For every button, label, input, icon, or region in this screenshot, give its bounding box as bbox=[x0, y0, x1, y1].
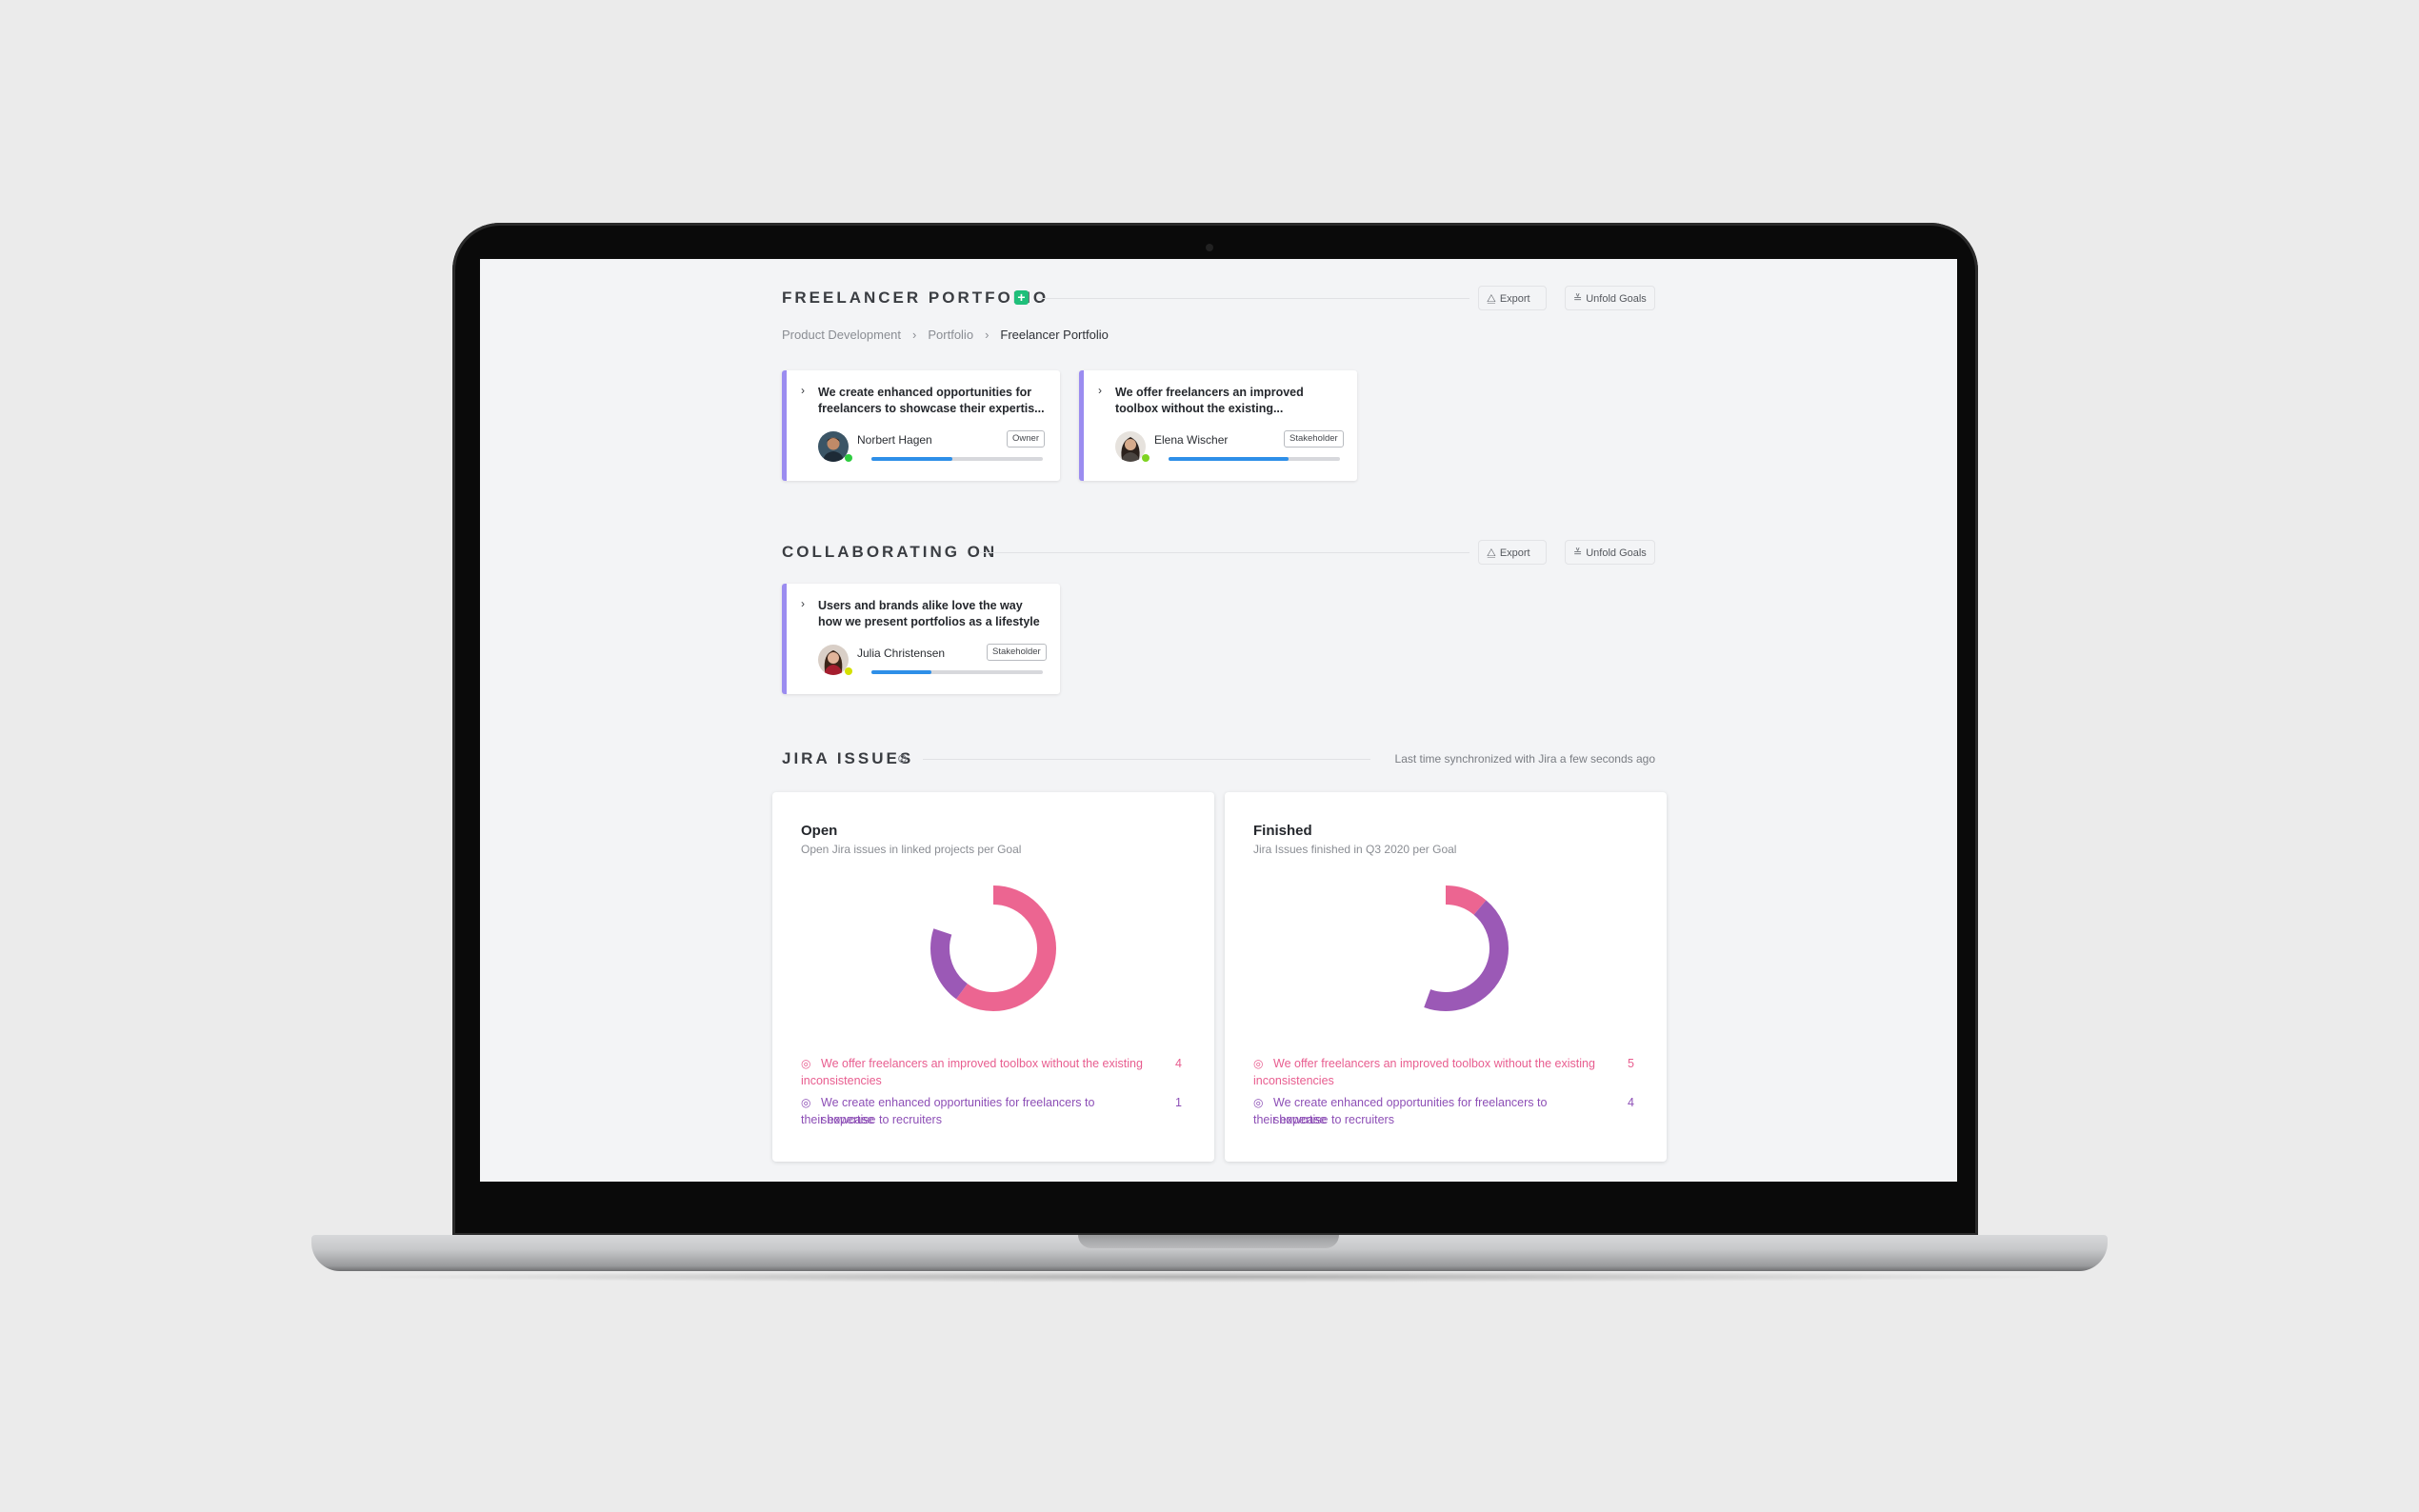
goal-title: We create enhanced opportunities for fre… bbox=[818, 386, 1045, 415]
role-badge: Stakeholder bbox=[1284, 430, 1344, 448]
jira-title: JIRA ISSUES bbox=[782, 749, 914, 767]
role-badge: Stakeholder bbox=[987, 644, 1047, 661]
breadcrumb: Product Development › Portfolio › Freelancer… bbox=[782, 328, 1109, 342]
status-dot bbox=[845, 667, 852, 675]
target-icon: ◎ bbox=[1253, 1057, 1264, 1070]
progress-bar bbox=[871, 670, 1043, 674]
breadcrumb-current: Freelancer Portfolio bbox=[1000, 328, 1109, 342]
chevron-right-icon[interactable]: › bbox=[1098, 384, 1102, 397]
goal-card[interactable]: › We offer freelancers an improved toolb… bbox=[1079, 370, 1357, 481]
chevron-right-icon: › bbox=[912, 328, 917, 342]
breadcrumb-item[interactable]: Portfolio bbox=[928, 328, 973, 342]
collaborating-section-header: COLLABORATING ON ⧋ Export ≚ Unfold Goals bbox=[782, 538, 1658, 567]
target-icon: ◎ bbox=[801, 1096, 811, 1109]
sync-status: Last time synchronized with Jira a few s… bbox=[1394, 752, 1655, 766]
breadcrumb-item[interactable]: Product Development bbox=[782, 328, 901, 342]
unfold-goals-button[interactable]: ≚ Unfold Goals bbox=[1565, 286, 1655, 310]
jira-section-header: JIRA ISSUES ⊘ Last time synchronized wit… bbox=[782, 745, 1658, 773]
divider bbox=[923, 759, 1370, 760]
target-icon: ◎ bbox=[801, 1057, 811, 1070]
status-dot bbox=[845, 454, 852, 462]
export-button[interactable]: ⧋ Export bbox=[1478, 286, 1547, 310]
goal-title: Users and brands alike love the way how … bbox=[818, 599, 1040, 628]
divider bbox=[1039, 298, 1469, 299]
status-dot bbox=[1142, 454, 1150, 462]
card-title: Finished bbox=[1253, 823, 1312, 839]
jira-finished-card: Finished Jira Issues finished in Q3 2020… bbox=[1225, 792, 1667, 1162]
laptop-shadow bbox=[343, 1271, 2076, 1283]
open-donut-chart bbox=[930, 885, 1056, 1011]
progress-bar bbox=[871, 457, 1043, 461]
divider bbox=[980, 552, 1469, 553]
jira-open-card: Open Open Jira issues in linked projects… bbox=[772, 792, 1214, 1162]
person-name: Julia Christensen bbox=[857, 647, 946, 660]
person-name: Elena Wischer bbox=[1154, 433, 1229, 447]
export-icon: ⧋ bbox=[1487, 293, 1496, 305]
export-icon: ⧋ bbox=[1487, 547, 1496, 559]
role-badge: Owner bbox=[1007, 430, 1045, 448]
target-icon: ◎ bbox=[1253, 1096, 1264, 1109]
card-subtitle: Open Jira issues in linked projects per … bbox=[801, 843, 1022, 856]
card-subtitle: Jira Issues finished in Q3 2020 per Goal bbox=[1253, 843, 1457, 856]
progress-bar bbox=[1169, 457, 1340, 461]
portfolio-title: FREELANCER PORTFOLIO bbox=[782, 288, 1050, 307]
person-name: Norbert Hagen bbox=[857, 433, 932, 447]
collaborating-title: COLLABORATING ON bbox=[782, 543, 998, 561]
card-title: Open bbox=[801, 823, 838, 839]
export-button[interactable]: ⧋ Export bbox=[1478, 540, 1547, 565]
unfold-icon: ≚ bbox=[1573, 293, 1583, 305]
donut-slice[interactable] bbox=[1383, 885, 1509, 1011]
goal-card[interactable]: › We create enhanced opportunities for f… bbox=[782, 370, 1060, 481]
unfold-icon: ≚ bbox=[1573, 547, 1583, 559]
finished-donut-chart bbox=[1383, 885, 1509, 1011]
goal-title: We offer freelancers an improved toolbox… bbox=[1115, 386, 1304, 415]
camera-icon bbox=[1206, 244, 1213, 251]
unfold-goals-button[interactable]: ≚ Unfold Goals bbox=[1565, 540, 1655, 565]
screen: FREELANCER PORTFOLIO + ⧋ Export ≚ Unfold G… bbox=[480, 259, 1957, 1182]
chevron-right-icon[interactable]: › bbox=[801, 384, 805, 397]
goal-card[interactable]: › Users and brands alike love the way ho… bbox=[782, 584, 1060, 694]
chevron-right-icon: › bbox=[985, 328, 990, 342]
portfolio-section-header: FREELANCER PORTFOLIO + ⧋ Export ≚ Unfold G… bbox=[782, 284, 1658, 312]
hidden-eye-icon[interactable]: ⊘ bbox=[897, 751, 908, 766]
chevron-right-icon[interactable]: › bbox=[801, 597, 805, 610]
add-goal-icon[interactable]: + bbox=[1014, 290, 1029, 305]
laptop-notch bbox=[1078, 1235, 1339, 1248]
